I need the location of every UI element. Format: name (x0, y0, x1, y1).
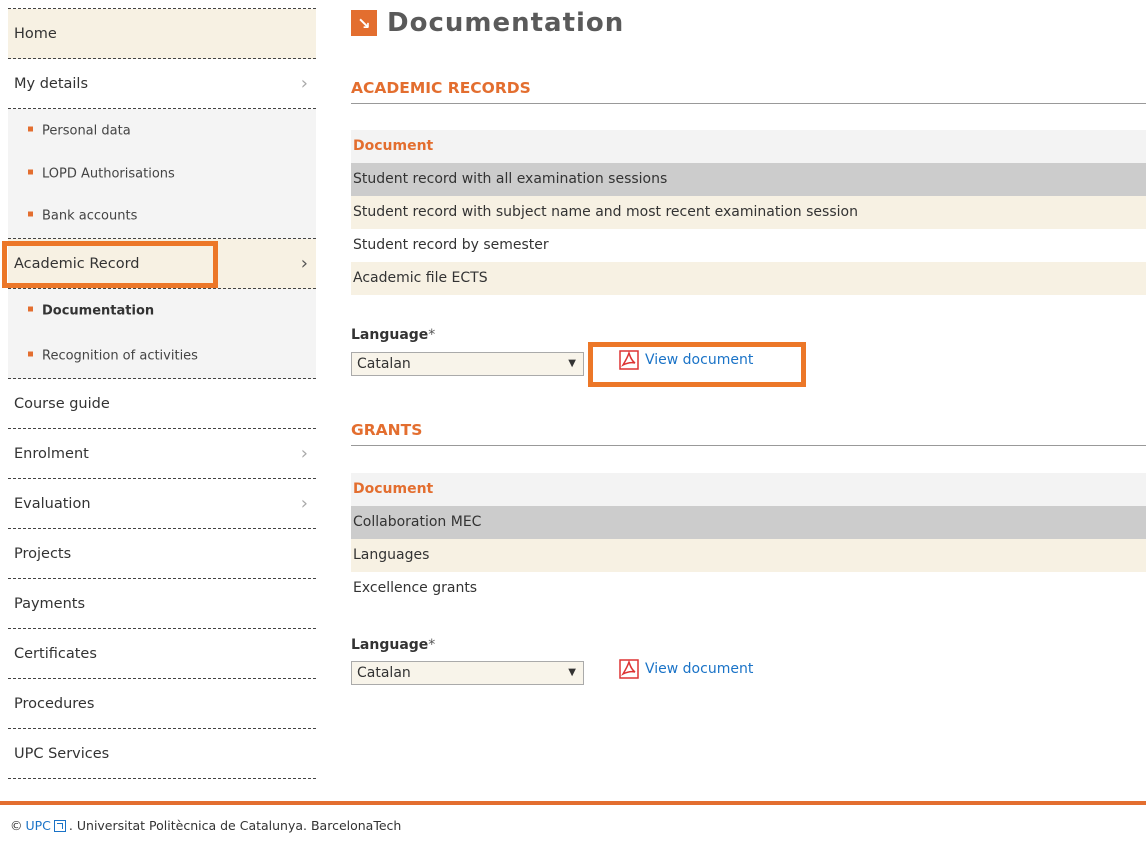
page-title: ↘ Documentation (351, 8, 624, 38)
sidebar-subitem-label: Bank accounts (42, 208, 138, 224)
sidebar-item-label: Payments (14, 595, 86, 612)
sidebar-item-label: Procedures (14, 695, 95, 712)
sidebar-item-procedures[interactable]: Procedures (8, 679, 316, 729)
chevron-right-icon: › (300, 72, 308, 94)
dropdown-arrow-icon: ▼ (568, 358, 576, 369)
sidebar-item-label: Certificates (14, 645, 97, 662)
table-row[interactable]: Collaboration MEC (351, 506, 1146, 539)
chevron-right-icon: › (300, 492, 308, 514)
bullet-icon (28, 351, 33, 357)
upc-link[interactable]: UPC (26, 818, 51, 833)
section-heading-academic-records: ACADEMIC RECORDS (351, 79, 1146, 104)
language-select-grants[interactable]: Catalan ▼ (351, 661, 584, 685)
sidebar-subitem-label: Personal data (42, 123, 131, 139)
academic-records-table: Document Student record with all examina… (351, 130, 1146, 295)
footer-rule (0, 801, 1146, 805)
table-header-document: Document (351, 473, 1146, 506)
table-row[interactable]: Student record by semester (351, 229, 1146, 262)
sidebar-subitem-personal-data[interactable]: Personal data (8, 109, 316, 154)
table-row[interactable]: Languages (351, 539, 1146, 572)
sidebar-item-projects[interactable]: Projects (8, 529, 316, 579)
footer: © UPC . Universitat Politècnica de Catal… (10, 818, 401, 833)
view-document-link-grants[interactable]: View document (619, 659, 753, 679)
sidebar-item-label: Enrolment (14, 445, 89, 462)
sidebar-item-my-details[interactable]: My details › (8, 59, 316, 109)
sidebar-nav: Home My details › Personal data LOPD Aut… (8, 8, 316, 779)
bullet-icon (28, 211, 33, 217)
sidebar-subitem-lopd-authorisations[interactable]: LOPD Authorisations (8, 154, 316, 194)
sidebar-item-label: Projects (14, 545, 72, 562)
bullet-icon (28, 169, 33, 175)
sidebar-item-evaluation[interactable]: Evaluation › (8, 479, 316, 529)
view-document-link-academic[interactable]: View document (619, 350, 753, 370)
pdf-icon (619, 350, 639, 370)
dropdown-arrow-icon: ▼ (568, 667, 576, 678)
sidebar-subitem-label: Documentation (42, 303, 155, 319)
external-link-icon[interactable] (53, 819, 66, 832)
sidebar-item-label: Academic Record (14, 255, 140, 272)
footer-text: . Universitat Politècnica de Catalunya. … (68, 818, 402, 833)
sidebar-item-label: Evaluation (14, 495, 91, 512)
arrow-down-right-icon: ↘ (351, 10, 377, 36)
table-header-document: Document (351, 130, 1146, 163)
table-row[interactable]: Student record with all examination sess… (351, 163, 1146, 196)
language-select-value: Catalan (357, 356, 411, 372)
sidebar-item-academic-record[interactable]: Academic Record › (8, 239, 316, 289)
bullet-icon (28, 126, 33, 132)
sidebar-subitem-bank-accounts[interactable]: Bank accounts (8, 194, 316, 239)
language-select-value: Catalan (357, 665, 411, 681)
sidebar-subitem-label: Recognition of activities (42, 348, 198, 364)
required-mark: * (428, 327, 436, 343)
language-label-academic: Language* (351, 327, 436, 343)
sidebar-item-certificates[interactable]: Certificates (8, 629, 316, 679)
table-row[interactable]: Excellence grants (351, 572, 1146, 605)
language-select-academic[interactable]: Catalan ▼ (351, 352, 584, 376)
sidebar-item-home[interactable]: Home (8, 9, 316, 59)
chevron-right-icon: › (300, 252, 308, 274)
sidebar-item-payments[interactable]: Payments (8, 579, 316, 629)
sidebar-item-label: UPC Services (14, 745, 110, 762)
table-row[interactable]: Academic file ECTS (351, 262, 1146, 295)
section-heading-grants: GRANTS (351, 421, 1146, 446)
grants-table: Document Collaboration MEC Languages Exc… (351, 473, 1146, 605)
view-document-label: View document (645, 661, 754, 677)
sidebar-item-course-guide[interactable]: Course guide (8, 379, 316, 429)
bullet-icon (28, 306, 33, 312)
sidebar-item-label: My details (14, 75, 89, 92)
chevron-right-icon: › (300, 442, 308, 464)
sidebar-subitem-label: LOPD Authorisations (42, 166, 175, 182)
sidebar-item-label: Home (14, 25, 57, 42)
table-row[interactable]: Student record with subject name and mos… (351, 196, 1146, 229)
sidebar-item-label: Course guide (14, 395, 110, 412)
pdf-icon (619, 659, 639, 679)
view-document-label: View document (645, 352, 754, 368)
sidebar-subitem-documentation[interactable]: Documentation (8, 289, 316, 334)
sidebar-item-upc-services[interactable]: UPC Services (8, 729, 316, 779)
sidebar-item-enrolment[interactable]: Enrolment › (8, 429, 316, 479)
page-title-text: Documentation (387, 8, 625, 38)
copyright-symbol: © (10, 818, 23, 833)
required-mark: * (428, 637, 436, 653)
sidebar-subitem-recognition-of-activities[interactable]: Recognition of activities (8, 334, 316, 379)
language-label-grants: Language* (351, 637, 436, 653)
